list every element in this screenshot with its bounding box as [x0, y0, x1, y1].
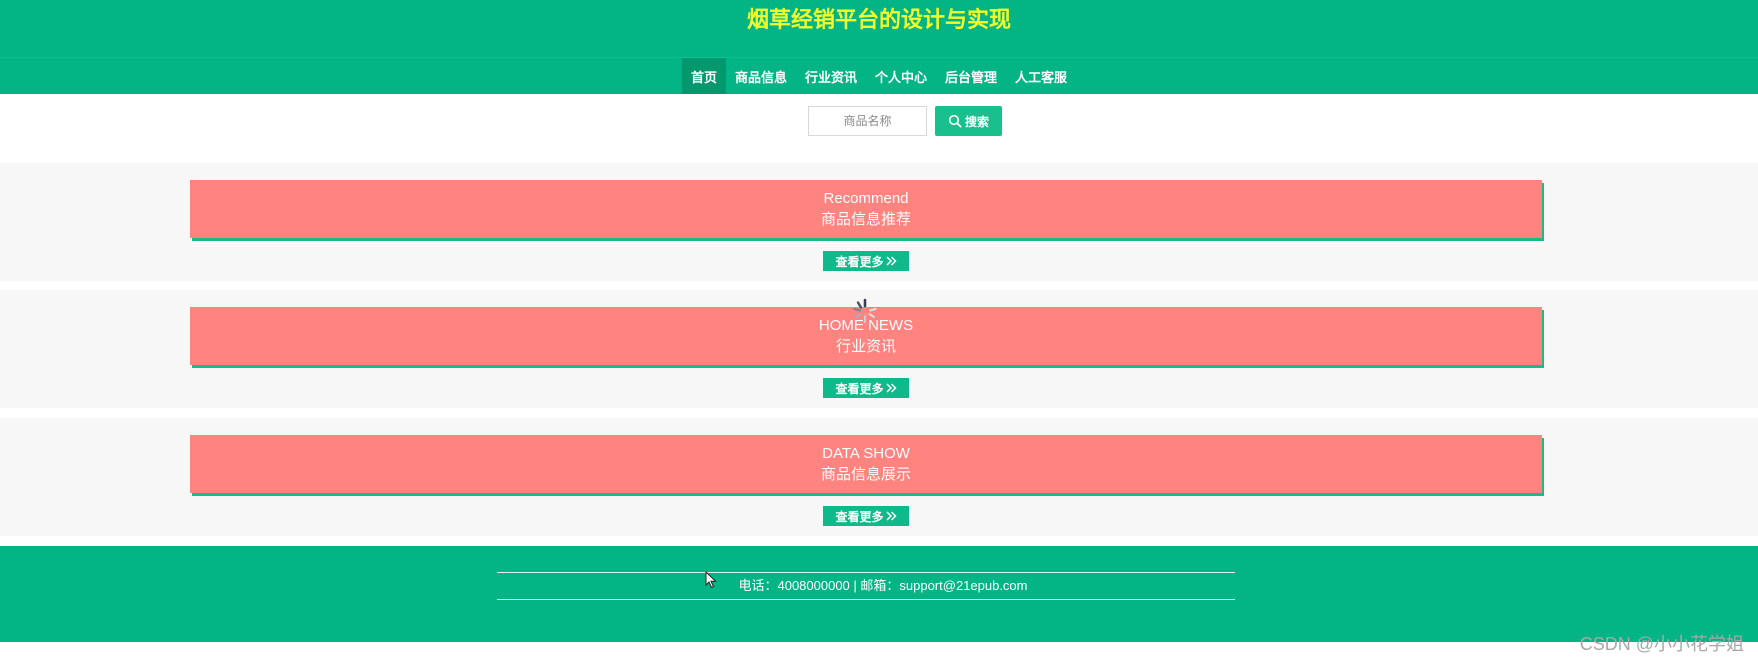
section-title-cn: 商品信息展示	[820, 465, 911, 483]
nav-item-products[interactable]: 商品信息	[726, 58, 796, 94]
site-footer: 电话：4008000000 | 邮箱：support@21epub.com	[0, 546, 1758, 642]
view-more-button[interactable]: 查看更多	[823, 378, 909, 398]
search-bar: 搜索	[0, 94, 1758, 162]
view-more-button[interactable]: 查看更多	[823, 251, 909, 271]
nav-item-profile[interactable]: 个人中心	[866, 58, 936, 94]
search-icon	[948, 114, 962, 128]
footer-divider	[497, 572, 1235, 573]
section-title-en: DATA SHOW	[822, 444, 910, 462]
search-input[interactable]	[808, 106, 927, 136]
search-button-label: 搜索	[964, 114, 989, 129]
double-chevron-right-icon	[885, 511, 897, 521]
section-news: HOME NEWS 行业资讯 查看更多	[0, 290, 1758, 408]
main-nav: 首页 商品信息 行业资讯 个人中心 后台管理 人工客服	[0, 57, 1758, 94]
double-chevron-right-icon	[885, 256, 897, 266]
watermark: CSDN @小小花学姐	[1579, 634, 1744, 654]
nav-item-customer-service[interactable]: 人工客服	[1006, 58, 1076, 94]
section-data-show: DATA SHOW 商品信息展示 查看更多	[0, 418, 1758, 536]
search-button[interactable]: 搜索	[935, 106, 1002, 136]
section-recommend: Recommend 商品信息推荐 查看更多	[0, 163, 1758, 281]
section-title-cn: 商品信息推荐	[820, 210, 911, 228]
view-more-label: 查看更多	[835, 381, 884, 396]
footer-contact: 电话：4008000000 | 邮箱：support@21epub.com	[738, 578, 1028, 593]
mouse-cursor-icon	[705, 571, 717, 589]
site-title: 烟草经销平台的设计与实现	[746, 8, 1011, 33]
footer-divider	[497, 599, 1235, 600]
loading-spinner-icon	[853, 298, 877, 323]
section-title-cn: 行业资讯	[835, 337, 896, 355]
double-chevron-right-icon	[885, 383, 897, 393]
site-header: 烟草经销平台的设计与实现	[0, 0, 1758, 57]
view-more-label: 查看更多	[835, 254, 884, 269]
nav-item-admin[interactable]: 后台管理	[936, 58, 1006, 94]
nav-item-home[interactable]: 首页	[681, 58, 726, 94]
nav-item-news[interactable]: 行业资讯	[796, 58, 866, 94]
view-more-label: 查看更多	[835, 509, 884, 524]
section-title-en: Recommend	[823, 189, 909, 207]
section-banner: DATA SHOW 商品信息展示	[190, 435, 1542, 493]
page: 烟草经销平台的设计与实现 首页 商品信息 行业资讯 个人中心 后台管理 人工客服…	[0, 0, 1758, 662]
view-more-button[interactable]: 查看更多	[823, 506, 909, 526]
section-banner: Recommend 商品信息推荐	[190, 180, 1542, 238]
